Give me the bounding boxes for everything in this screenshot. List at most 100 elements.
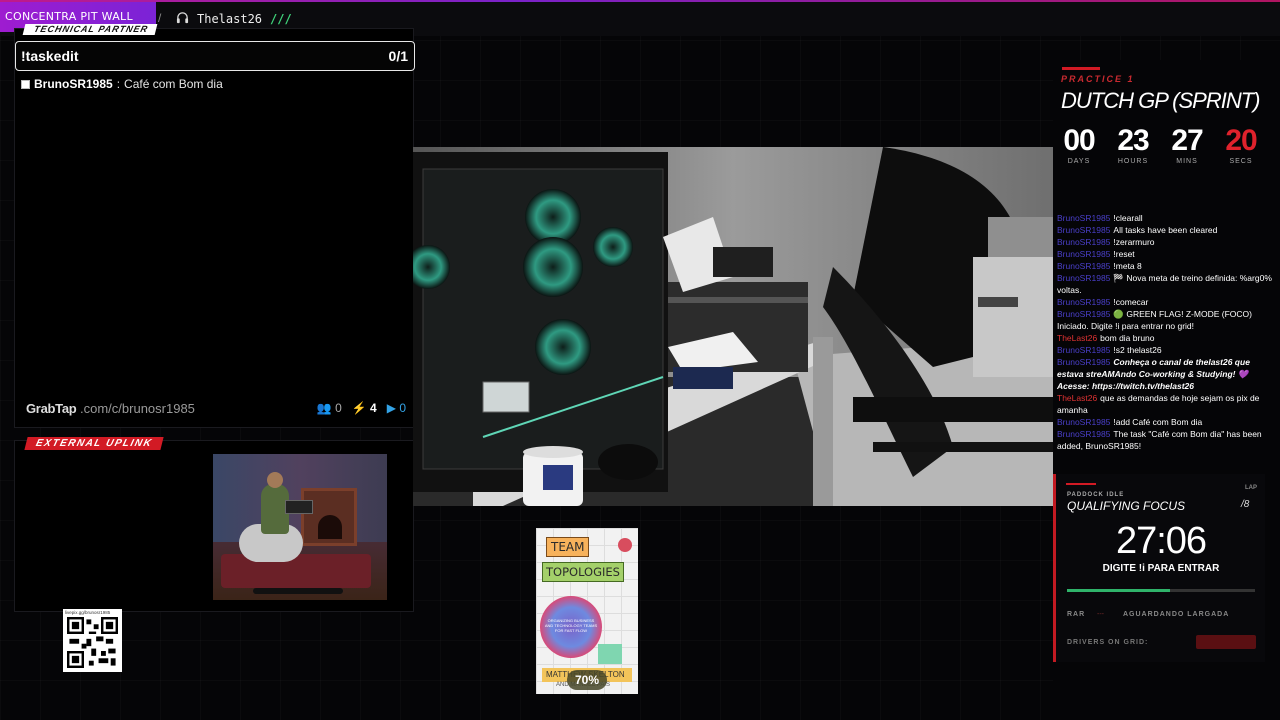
book-title-2: TOPOLOGIES	[542, 562, 624, 582]
task-checkbox	[21, 79, 30, 89]
chat-username[interactable]: BrunoSR1985	[1057, 237, 1110, 247]
people-count: 0	[335, 401, 342, 415]
drivers-label: DRIVERS ON GRID:	[1067, 639, 1149, 646]
chat-message: BrunoSR1985 !comecar	[1057, 296, 1277, 308]
people-stat: 👥 0	[317, 401, 342, 415]
scene-laptop	[285, 500, 313, 514]
chat-message: Acesse: https://twitch.tv/thelast26	[1057, 380, 1277, 392]
tech-partner-badge: TECHNICAL PARTNER	[22, 24, 158, 35]
chat-text: !comecar	[1113, 297, 1149, 307]
scene-fireplace	[301, 488, 357, 546]
chat-message: BrunoSR1985 !s2 thelast26	[1057, 344, 1277, 356]
task-user: BrunoSR1985	[34, 77, 113, 91]
focus-title: QUALIFYING FOCUS	[1067, 499, 1186, 513]
book-dot	[618, 538, 632, 552]
task-item: BrunoSR1985: Café com Bom dia	[21, 77, 223, 91]
chat-username[interactable]: BrunoSR1985	[1057, 273, 1110, 283]
chat-text: !clearall	[1113, 213, 1143, 223]
chat-username[interactable]: BrunoSR1985	[1057, 417, 1110, 427]
rar-label: RAR	[1067, 611, 1086, 618]
chat-text: !zerarmuro	[1113, 237, 1155, 247]
chat-username[interactable]: TheLast26	[1057, 393, 1097, 403]
qr-label: livepix.gg/brunosr1985	[65, 610, 111, 615]
chat-message: TheLast26 que as demandas de hoje sejam o…	[1057, 392, 1277, 416]
book-title-1: TEAM	[546, 537, 590, 557]
countdown-unit: SECS	[1229, 158, 1253, 165]
chat-text: bom dia bruno	[1100, 333, 1155, 343]
rar-dash: ---	[1097, 611, 1104, 618]
chat-message: BrunoSR1985 All tasks have been cleared	[1057, 224, 1277, 236]
await-status: AGUARDANDO LARGADA	[1123, 611, 1230, 618]
chat-message: BrunoSR1985 !reset	[1057, 248, 1277, 260]
bolt-stat: ⚡ 4	[352, 401, 377, 415]
session-label: PRACTICE 1	[1061, 74, 1135, 84]
qr-code-box: livepix.gg/brunosr1985	[63, 609, 122, 672]
session-dash	[1062, 67, 1100, 70]
chat-message: BrunoSR1985 Conheça o canal de thelast26 …	[1057, 356, 1277, 380]
chat-username[interactable]: BrunoSR1985	[1057, 357, 1110, 367]
chat-message: TheLast26 bom dia bruno	[1057, 332, 1277, 344]
bolt-count: 4	[370, 401, 377, 415]
camera-feed	[413, 147, 1053, 506]
chat-username[interactable]: TheLast26	[1057, 333, 1097, 343]
chat-text[interactable]: Acesse: https://twitch.tv/thelast26	[1057, 381, 1194, 391]
countdown-value: 20	[1225, 124, 1257, 157]
chat-username[interactable]: BrunoSR1985	[1057, 225, 1110, 235]
brand-separator: /	[158, 11, 162, 25]
chat-username[interactable]: BrunoSR1985	[1057, 249, 1110, 259]
paddock-label: PADDOCK IDLE	[1067, 492, 1125, 498]
countdown-days: 00 DAYS	[1056, 124, 1102, 165]
top-username: Thelast26	[197, 12, 263, 26]
chat-username[interactable]: BrunoSR1985	[1057, 429, 1110, 439]
grabtap-logo: GrabTap	[26, 401, 77, 416]
player-controls-bar	[253, 588, 343, 594]
grabtap-stats: 👥 0 ⚡ 4 ▶ 0	[317, 401, 406, 415]
focus-progress-track	[1067, 589, 1255, 592]
grabtap-row: GrabTap .com/c/brunosr1985 👥 0 ⚡ 4 ▶ 0	[26, 401, 411, 416]
countdown-hours: 23 HOURS	[1110, 124, 1156, 165]
lap-label: LAP	[1245, 485, 1257, 491]
top-user: Thelast26 ///	[176, 11, 292, 27]
chat-username[interactable]: BrunoSR1985	[1057, 309, 1110, 319]
grabtap-path: .com/c/brunosr1985	[80, 401, 195, 416]
task-separator: :	[116, 77, 121, 91]
countdown-mins: 27 MINS	[1164, 124, 1210, 165]
chat-message: BrunoSR1985 !zerarmuro	[1057, 236, 1277, 248]
chat-message: BrunoSR1985 !clearall	[1057, 212, 1277, 224]
chat-log: BrunoSR1985 !clearall BrunoSR1985 All tasks…	[1057, 212, 1277, 452]
countdown-value: 23	[1117, 124, 1149, 157]
countdown-unit: DAYS	[1067, 158, 1091, 165]
chat-text: !s2 thelast26	[1113, 345, 1162, 355]
countdown-value: 00	[1063, 124, 1095, 157]
chat-username[interactable]: BrunoSR1985	[1057, 261, 1110, 271]
people-icon: 👥	[316, 401, 332, 415]
chat-message: BrunoSR1985 🏁 Nova meta de treino definid…	[1057, 272, 1277, 296]
chat-username[interactable]: BrunoSR1985	[1057, 297, 1110, 307]
qr-code-icon	[67, 617, 118, 668]
chat-text: !reset	[1113, 249, 1135, 259]
chat-username[interactable]: BrunoSR1985	[1057, 213, 1110, 223]
external-uplink-badge: EXTERNAL UPLINK	[24, 437, 164, 450]
bolt-icon: ⚡	[351, 401, 367, 415]
book-square	[598, 644, 622, 664]
drivers-button[interactable]	[1196, 635, 1256, 649]
countdown-value: 27	[1171, 124, 1203, 157]
task-header: !taskedit 0/1	[15, 41, 415, 71]
chat-text: !meta 8	[1113, 261, 1142, 271]
task-title: !taskedit	[21, 48, 79, 64]
focus-timer: 27:06	[1115, 520, 1207, 562]
top-slashes: ///	[270, 12, 292, 26]
lap-value: /8	[1241, 499, 1250, 510]
countdown-unit: MINS	[1176, 158, 1198, 165]
external-stream-thumbnail[interactable]	[213, 454, 387, 600]
focus-subtitle: DIGITE !i PARA ENTRAR	[1102, 563, 1220, 574]
task-panel: !taskedit 0/1 BrunoSR1985: Café com Bom …	[14, 28, 415, 428]
chat-text: All tasks have been cleared	[1113, 225, 1218, 235]
gp-title: DUTCH GP (SPRINT)	[1061, 88, 1261, 113]
chat-username[interactable]: BrunoSR1985	[1057, 345, 1110, 355]
task-text: Café com Bom dia	[124, 77, 223, 91]
countdown-unit: HOURS	[1117, 158, 1149, 165]
scene-wall	[213, 454, 387, 542]
focus-dash	[1066, 483, 1096, 485]
task-count: 0/1	[388, 48, 408, 64]
